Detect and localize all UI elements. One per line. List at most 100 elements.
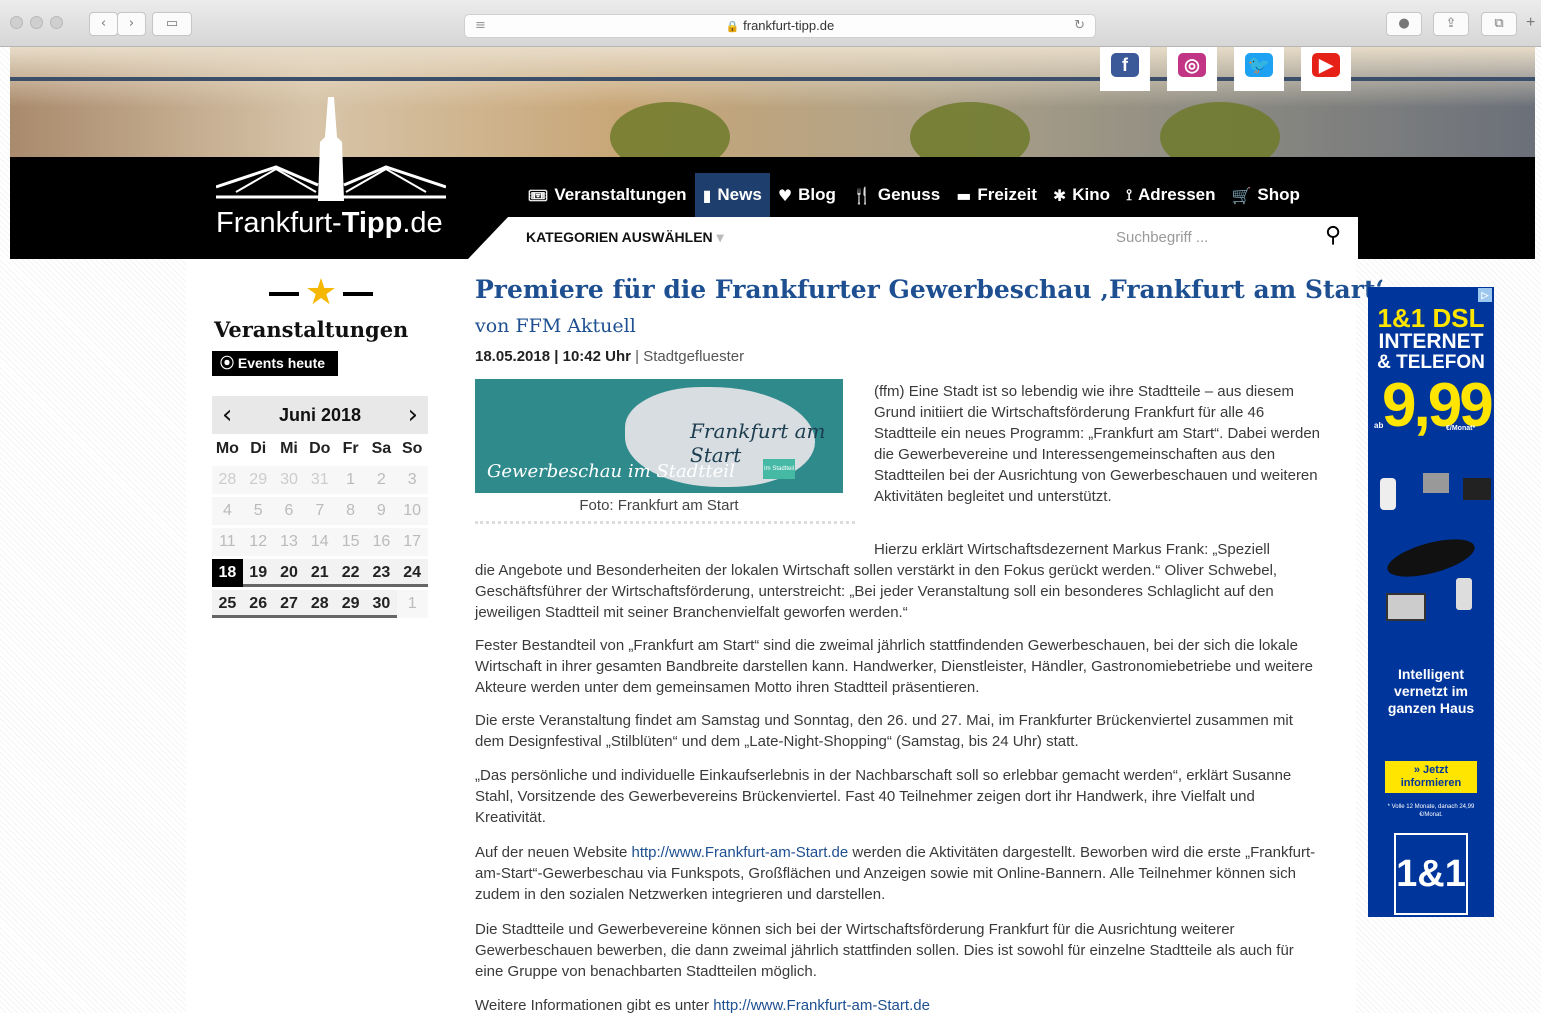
- star-icon: ★: [304, 271, 338, 312]
- browser-toolbar: ‹ › ▭ ≡ 🔒 frankfurt-tipp.de ↻ ● ⇪ ⧉ +: [0, 0, 1541, 47]
- image-subtitle-text: Gewerbeschau im Stadtteil: [487, 461, 735, 482]
- nav-item-kino[interactable]: ✱ Kino: [1045, 173, 1118, 217]
- article-image[interactable]: Frankfurt am Start Gewerbeschau im Stadt…: [475, 379, 843, 493]
- chevron-right-icon[interactable]: ›: [408, 402, 418, 428]
- nav-item-blog[interactable]: ♥ Blog: [770, 173, 844, 217]
- calendar-day[interactable]: 30: [365, 590, 397, 618]
- category-dropdown[interactable]: KATEGORIEN AUSWÄHLEN ▾: [526, 229, 724, 246]
- ad-headline: 1&1 DSL: [1377, 303, 1485, 333]
- ad-brand-logo: 1&1: [1394, 833, 1468, 915]
- website-link[interactable]: http://www.Frankfurt-am-Start.de: [632, 844, 849, 861]
- youtube-link[interactable]: ▶: [1301, 47, 1351, 91]
- bookmark-icon: ▮: [702, 185, 712, 205]
- fork-knife-icon: 🍴: [851, 185, 872, 205]
- calendar-day: 4: [212, 497, 243, 525]
- article-category[interactable]: Stadtgefluester: [643, 348, 744, 365]
- new-tab-icon[interactable]: +: [1526, 14, 1535, 32]
- main-menu: 🎟 Veranstaltungen ▮ News ♥ Blog 🍴 Genuss ▬ Fr…: [520, 173, 1308, 217]
- nav-item-shop[interactable]: 🛒 Shop: [1224, 173, 1308, 217]
- calendar-day: 11: [212, 528, 243, 556]
- calendar-day-today[interactable]: 18: [212, 559, 243, 587]
- download-icon[interactable]: ●: [1386, 12, 1422, 36]
- article-paragraph: „Das persönliche und individuelle Einkau…: [475, 767, 1292, 826]
- nav-item-adressen[interactable]: ⟟ Adressen: [1118, 173, 1223, 217]
- calendar-day[interactable]: 24: [396, 559, 428, 587]
- calendar-day[interactable]: 21: [304, 559, 336, 587]
- calendar-day: 12: [242, 528, 274, 556]
- calendar-day[interactable]: 22: [335, 559, 366, 587]
- logo-tower-icon: [216, 97, 446, 201]
- twitter-link[interactable]: 🐦: [1234, 47, 1284, 91]
- logo-prefix: Frankfurt-: [216, 207, 342, 239]
- calendar-week: 25 26 27 28 29 30 1: [212, 589, 428, 620]
- ad-devices-image: [1368, 443, 1494, 658]
- article-paragraph: Die Stadtteile und Gewerbevereine können…: [475, 921, 1294, 980]
- article-paragraph: Die erste Veranstaltung findet am Samsta…: [475, 712, 1293, 750]
- advertisement-banner[interactable]: ▷ 1&1 DSL INTERNET & TELEFON ab 9,99 €/M…: [1368, 287, 1494, 917]
- zoom-window-button[interactable]: [50, 16, 63, 29]
- youtube-icon: ▶: [1312, 53, 1340, 77]
- chevron-left-icon[interactable]: ‹: [222, 402, 232, 428]
- caption-divider: [475, 521, 855, 524]
- close-window-button[interactable]: [10, 16, 23, 29]
- ad-per-month: €/Monat*: [1446, 425, 1476, 432]
- search-icon[interactable]: ⚲: [1325, 223, 1341, 248]
- facebook-link[interactable]: f: [1100, 47, 1150, 91]
- pin-icon: ⟟: [1126, 185, 1133, 204]
- film-icon: ✱: [1052, 185, 1067, 205]
- ad-fineprint: * Volle 12 Monate, danach 24,99 €/Monat.: [1387, 804, 1475, 818]
- divider: [343, 292, 374, 297]
- site-logo[interactable]: Frankfurt-Tipp.de: [216, 207, 443, 240]
- events-today-button[interactable]: ⦿ Events heute: [212, 351, 338, 376]
- instagram-icon: ◎: [1178, 53, 1206, 77]
- calendar-day: 7: [304, 497, 336, 525]
- calendar-day: 10: [396, 497, 428, 525]
- calendar-week: 4 5 6 7 8 9 10: [212, 496, 428, 527]
- calendar-day[interactable]: 20: [273, 559, 305, 587]
- ad-tagline-line: vernetzt im: [1394, 683, 1468, 699]
- reload-icon[interactable]: ↻: [1074, 15, 1085, 37]
- article-byline[interactable]: von FFM Aktuell: [475, 315, 636, 337]
- facebook-icon: f: [1111, 53, 1139, 77]
- calendar-day[interactable]: 25: [212, 590, 243, 618]
- adchoices-icon[interactable]: ▷: [1478, 288, 1492, 302]
- nav-item-news[interactable]: ▮ News: [694, 173, 770, 217]
- ad-cta-button[interactable]: » Jetzt informieren: [1385, 761, 1477, 793]
- sub-navigation-bar: KATEGORIEN AUSWÄHLEN ▾ Suchbegriff ... ⚲: [468, 217, 1358, 259]
- calendar-day: 16: [365, 528, 397, 556]
- reader-icon[interactable]: ≡: [475, 15, 486, 37]
- calendar-day: 13: [273, 528, 305, 556]
- calendar-day[interactable]: 29: [335, 590, 366, 618]
- calendar-day: 15: [335, 528, 366, 556]
- sidebar-toggle-icon[interactable]: ▭: [152, 12, 192, 36]
- minimize-window-button[interactable]: [30, 16, 43, 29]
- calendar-day: 3: [396, 466, 428, 494]
- calendar-day: 31: [304, 466, 336, 494]
- calendar-day[interactable]: 27: [273, 590, 305, 618]
- calendar-week: 28 29 30 31 1 2 3: [212, 465, 428, 496]
- url-text: frankfurt-tipp.de: [743, 18, 835, 33]
- instagram-link[interactable]: ◎: [1167, 47, 1217, 91]
- lock-icon: 🔒: [725, 20, 740, 33]
- tabs-icon[interactable]: ⧉: [1481, 12, 1517, 36]
- share-icon[interactable]: ⇪: [1433, 12, 1469, 36]
- nav-label: Blog: [798, 185, 836, 204]
- nav-item-genuss[interactable]: 🍴 Genuss: [844, 173, 948, 217]
- calendar-day: 30: [273, 466, 305, 494]
- calendar-day[interactable]: 26: [242, 590, 274, 618]
- calendar-day[interactable]: 28: [304, 590, 336, 618]
- nav-item-freizeit[interactable]: ▬ Freizeit: [948, 173, 1045, 217]
- nav-item-veranstaltungen[interactable]: 🎟 Veranstaltungen: [520, 173, 695, 217]
- calendar-day[interactable]: 19: [242, 559, 274, 587]
- ad-tagline-line: ganzen Haus: [1387, 700, 1475, 716]
- forward-button[interactable]: ›: [117, 12, 146, 36]
- back-button[interactable]: ‹: [89, 12, 118, 36]
- search-input[interactable]: Suchbegriff ...: [1116, 229, 1208, 246]
- calendar-day: 5: [242, 497, 274, 525]
- address-bar[interactable]: ≡ 🔒 frankfurt-tipp.de ↻: [464, 14, 1096, 38]
- ad-tagline: Intelligent vernetzt im ganzen Haus: [1368, 666, 1494, 717]
- calendar-day[interactable]: 23: [365, 559, 397, 587]
- weekday-label: Di: [250, 440, 267, 457]
- weekday-label: So: [401, 440, 423, 457]
- website-link[interactable]: http://www.Frankfurt-am-Start.de: [713, 997, 930, 1013]
